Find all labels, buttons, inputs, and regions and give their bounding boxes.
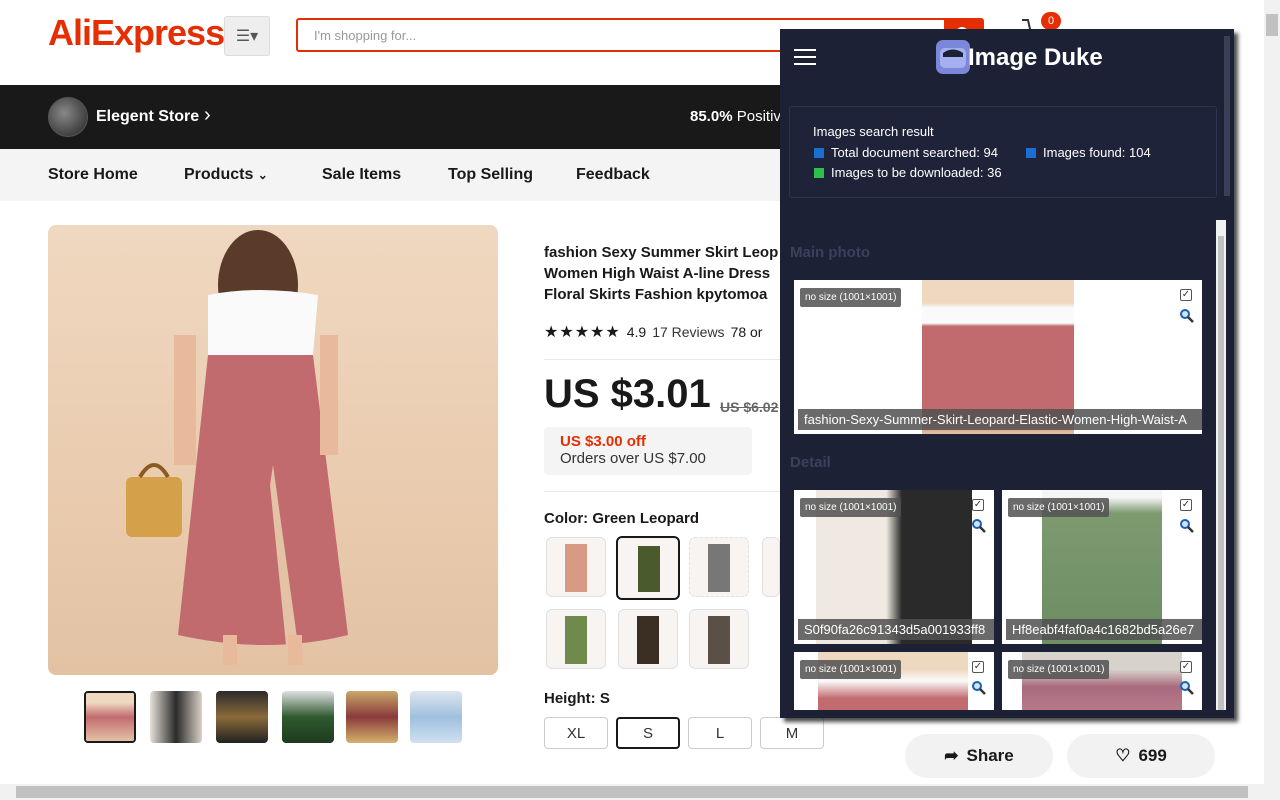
thumbnail-6[interactable] xyxy=(410,691,462,743)
star-rating-icons: ★★★★★ xyxy=(544,324,621,341)
thumbnail-4[interactable] xyxy=(282,691,334,743)
color-swatch-2[interactable] xyxy=(616,536,680,600)
image-size-label: no size (1001×1001) xyxy=(1008,498,1110,517)
original-price: US $6.02 xyxy=(720,399,779,415)
color-swatch-3[interactable] xyxy=(689,537,749,597)
nav-sale-items[interactable]: Sale Items xyxy=(322,166,401,184)
nav-products[interactable]: Products ⌄ xyxy=(184,166,268,184)
divider xyxy=(544,359,784,360)
image-card-detail-3[interactable]: no size (1001×1001) ✓ xyxy=(794,652,994,710)
zoom-icon[interactable] xyxy=(1179,518,1195,534)
panel-outer-scroll-thumb[interactable] xyxy=(1224,36,1230,196)
color-swatch-5[interactable] xyxy=(546,609,606,669)
nav-top-selling[interactable]: Top Selling xyxy=(448,166,533,184)
page-vertical-scrollbar[interactable] xyxy=(1264,0,1280,784)
size-option-xl[interactable]: XL xyxy=(544,717,608,749)
thumbnail-5[interactable] xyxy=(346,691,398,743)
coupon-discount: US $3.00 off xyxy=(560,433,646,450)
image-filename: fashion-Sexy-Summer-Skirt-Leopard-Elasti… xyxy=(798,409,1202,430)
thumbnail-3[interactable] xyxy=(216,691,268,743)
menu-icon: ☰▾ xyxy=(235,28,259,45)
nav-feedback[interactable]: Feedback xyxy=(576,166,650,184)
reviews-link[interactable]: 17 Reviews xyxy=(652,324,724,340)
image-size-label: no size (1001×1001) xyxy=(800,288,902,307)
hamburger-menu-icon[interactable] xyxy=(794,48,816,66)
color-label: Color: Green Leopard xyxy=(544,510,700,527)
heart-icon: ♡ xyxy=(1115,746,1131,765)
color-swatch-7[interactable] xyxy=(689,609,749,669)
image-size-label: no size (1001×1001) xyxy=(1008,660,1110,679)
image-duke-title: Image Duke xyxy=(968,44,1103,71)
zoom-icon[interactable] xyxy=(971,518,987,534)
total-documents-stat: Total document searched: 94 xyxy=(814,145,998,160)
product-title: fashion Sexy Summer Skirt Leop Women Hig… xyxy=(544,244,779,303)
select-checkbox[interactable]: ✓ xyxy=(1180,289,1192,301)
share-label: Share xyxy=(966,746,1014,765)
image-filename: S0f90fa26c91343d5a001933ff8 xyxy=(798,619,994,640)
image-filename: Hf8eabf4faf0a4c1682bd5a26e7 xyxy=(1006,619,1202,640)
image-size-label: no size (1001×1001) xyxy=(800,660,902,679)
search-placeholder: I'm shopping for... xyxy=(314,27,417,43)
coupon-condition: Orders over US $7.00 xyxy=(560,450,706,467)
size-option-m[interactable]: M xyxy=(760,717,824,749)
images-to-download-stat: Images to be downloaded: 36 xyxy=(814,165,1002,180)
zoom-icon[interactable] xyxy=(1179,308,1195,324)
product-main-image[interactable] xyxy=(48,225,498,675)
divider xyxy=(544,491,784,492)
images-found-stat: Images found: 104 xyxy=(1026,145,1151,160)
chevron-right-icon[interactable]: › xyxy=(204,104,211,127)
section-main-photo: Main photo xyxy=(790,244,870,261)
image-card-detail-2[interactable]: no size (1001×1001) ✓ Hf8eabf4faf0a4c168… xyxy=(1002,490,1202,644)
color-swatch-6[interactable] xyxy=(618,609,678,669)
select-checkbox[interactable]: ✓ xyxy=(1180,661,1192,673)
orders-count: 78 or xyxy=(730,324,763,340)
select-checkbox[interactable]: ✓ xyxy=(972,499,984,511)
image-card-main[interactable]: no size (1001×1001) ✓ fashion-Sexy-Summe… xyxy=(794,280,1202,434)
thumbnail-2[interactable] xyxy=(150,691,202,743)
wishlist-button[interactable]: ♡ 699 xyxy=(1067,734,1215,778)
product-price: US $3.01 xyxy=(544,372,711,416)
section-detail: Detail xyxy=(790,454,831,471)
color-swatch-1[interactable] xyxy=(546,537,606,597)
share-icon: ➦ xyxy=(944,746,959,765)
product-rating: ★★★★★ 4.9 17 Reviews 78 or xyxy=(544,324,763,341)
share-button[interactable]: ➦ Share xyxy=(905,734,1053,778)
color-swatch-4[interactable] xyxy=(762,537,780,597)
wishlist-count: 699 xyxy=(1138,746,1167,765)
select-checkbox[interactable]: ✓ xyxy=(1180,499,1192,511)
select-checkbox[interactable]: ✓ xyxy=(972,661,984,673)
store-positive-feedback: 85.0% Positiv xyxy=(690,108,781,125)
size-option-s[interactable]: S xyxy=(616,717,680,749)
coupon-box[interactable]: US $3.00 off Orders over US $7.00 xyxy=(544,427,752,475)
aliexpress-logo[interactable]: AliExpress™ xyxy=(48,12,234,54)
zoom-icon[interactable] xyxy=(1179,680,1195,696)
panel-inner-scroll-thumb[interactable] xyxy=(1218,236,1224,710)
categories-menu-button[interactable]: ☰▾ xyxy=(224,16,270,56)
zoom-icon[interactable] xyxy=(971,680,987,696)
image-card-detail-4[interactable]: no size (1001×1001) ✓ xyxy=(1002,652,1202,710)
height-label: Height: S xyxy=(544,690,610,707)
image-duke-logo-icon xyxy=(936,40,970,74)
store-name[interactable]: Elegent Store xyxy=(96,108,199,126)
image-card-detail-1[interactable]: no size (1001×1001) ✓ S0f90fa26c91343d5a… xyxy=(794,490,994,644)
thumbnail-1[interactable] xyxy=(84,691,136,743)
chevron-down-icon: ⌄ xyxy=(257,168,268,182)
model-illustration xyxy=(126,230,348,665)
store-avatar[interactable] xyxy=(48,97,88,137)
page-horizontal-scroll-thumb[interactable] xyxy=(16,786,1248,798)
size-option-l[interactable]: L xyxy=(688,717,752,749)
cart-count-badge: 0 xyxy=(1041,12,1061,30)
page-vertical-scroll-thumb[interactable] xyxy=(1266,14,1278,36)
nav-store-home[interactable]: Store Home xyxy=(48,166,138,184)
result-title: Images search result xyxy=(813,124,934,139)
image-size-label: no size (1001×1001) xyxy=(800,498,902,517)
